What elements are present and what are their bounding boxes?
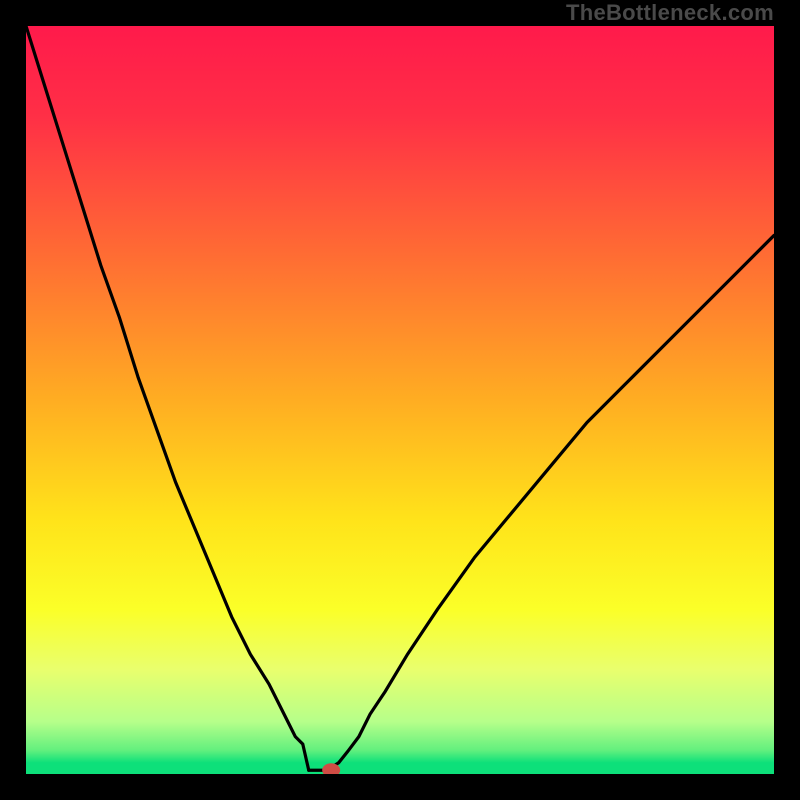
chart-svg — [26, 26, 774, 774]
chart-frame: TheBottleneck.com — [0, 0, 800, 800]
gradient-background — [26, 26, 774, 774]
plot-area — [26, 26, 774, 774]
watermark-label: TheBottleneck.com — [566, 0, 774, 26]
